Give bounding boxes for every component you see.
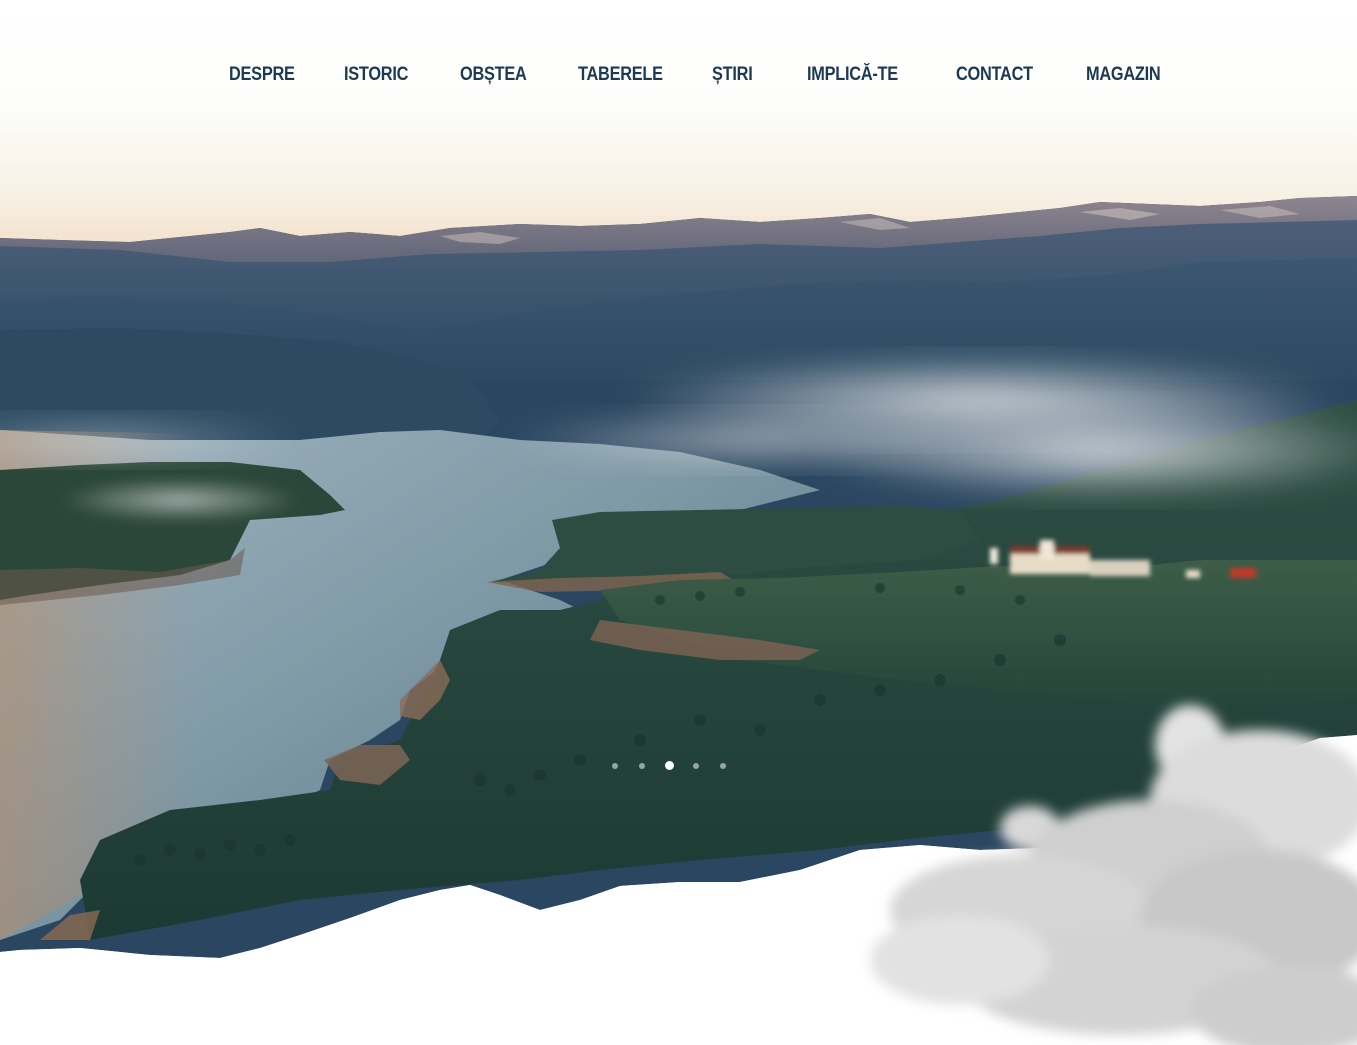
slider-dot-active[interactable]	[665, 761, 674, 770]
slider-dot[interactable]	[639, 763, 645, 769]
nav-item-obstea[interactable]: OBȘTEA	[460, 64, 527, 86]
hero-landscape-image	[0, 196, 1357, 1045]
slider-dot[interactable]	[693, 763, 699, 769]
nav-item-taberele[interactable]: TABERELE	[578, 64, 663, 86]
nav-item-istoric[interactable]: ISTORIC	[344, 64, 408, 86]
main-navigation: DESPRE ISTORIC OBȘTEA TABERELE ȘTIRI IMP…	[0, 58, 1357, 98]
nav-item-despre[interactable]: DESPRE	[229, 64, 295, 86]
page: DESPRE ISTORIC OBȘTEA TABERELE ȘTIRI IMP…	[0, 0, 1357, 1045]
nav-item-contact[interactable]: CONTACT	[956, 64, 1033, 86]
nav-item-magazin[interactable]: MAGAZIN	[1086, 64, 1161, 86]
nav-item-stiri[interactable]: ȘTIRI	[712, 64, 753, 86]
nav-item-implica-te[interactable]: IMPLICĂ-TE	[807, 64, 898, 86]
slider-dot[interactable]	[720, 763, 726, 769]
slider-dot[interactable]	[612, 763, 618, 769]
